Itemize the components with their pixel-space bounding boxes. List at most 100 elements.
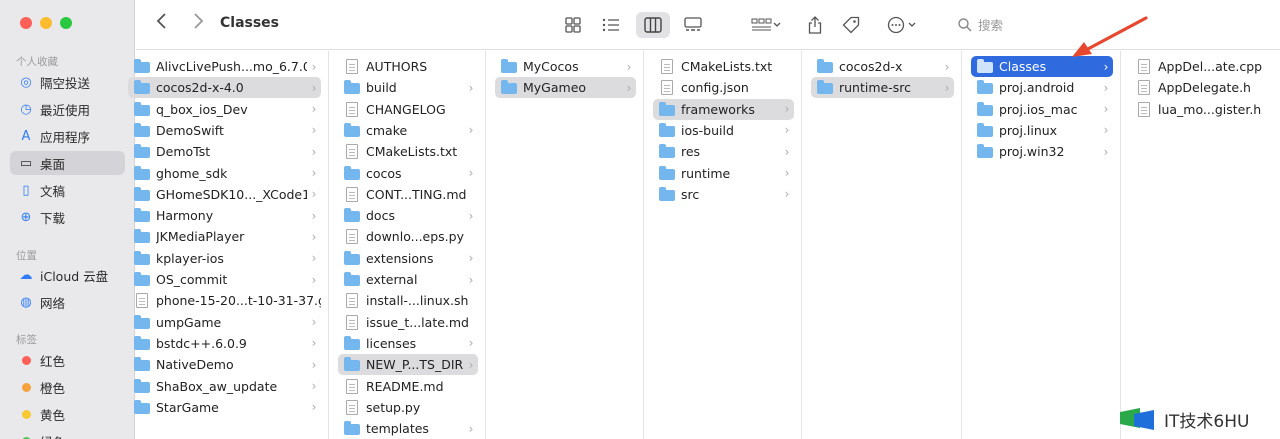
folder-row[interactable]: ios-build › xyxy=(653,120,794,141)
folder-row[interactable]: NativeDemo › xyxy=(128,354,321,375)
item-name: build xyxy=(366,80,397,96)
file-row[interactable]: config.json xyxy=(653,77,794,98)
share-button[interactable] xyxy=(804,12,826,38)
close-window-button[interactable] xyxy=(20,17,32,29)
sidebar-tag[interactable]: 橙色 xyxy=(10,375,125,399)
minimize-window-button[interactable] xyxy=(40,17,52,29)
folder-row[interactable]: runtime › xyxy=(653,163,794,184)
sidebar-item[interactable]: ◍ 网络 xyxy=(10,290,125,314)
folder-row[interactable]: MyGameo › xyxy=(495,77,636,99)
file-row[interactable]: downlo...eps.py xyxy=(338,226,478,247)
sidebar-item[interactable]: ▭ 桌面 xyxy=(10,151,125,175)
folder-row[interactable]: build › xyxy=(338,77,478,98)
folder-row[interactable]: docs › xyxy=(338,205,478,226)
folder-row[interactable]: umpGame › xyxy=(128,312,321,333)
item-name: config.json xyxy=(681,80,749,96)
sidebar-item[interactable]: ◎ 隔空投送 xyxy=(10,70,125,94)
file-row[interactable]: CONT...TING.md xyxy=(338,184,478,205)
sidebar-item-label: 文稿 xyxy=(40,183,66,199)
file-row[interactable]: issue_t...late.md xyxy=(338,312,478,333)
folder-row[interactable]: proj.linux › xyxy=(971,120,1113,141)
forward-button[interactable] xyxy=(186,13,210,34)
folder-row[interactable]: DemoSwift › xyxy=(128,120,321,141)
globe-icon: ◍ xyxy=(20,294,32,310)
folder-row[interactable]: Harmony › xyxy=(128,205,321,226)
file-row[interactable]: install-...linux.sh xyxy=(338,290,478,311)
airdrop-icon: ◎ xyxy=(20,74,32,90)
item-name: ShaBox_aw_update xyxy=(156,378,278,394)
folder-icon xyxy=(134,272,150,286)
chevron-right-icon: › xyxy=(468,272,474,287)
more-actions-button[interactable] xyxy=(884,12,922,38)
folder-row[interactable]: res › xyxy=(653,141,794,162)
file-row[interactable]: lua_mo...gister.h xyxy=(1130,99,1272,120)
file-row[interactable]: AppDelegate.h xyxy=(1130,77,1272,98)
folder-row[interactable]: JKMediaPlayer › xyxy=(128,226,321,247)
file-row[interactable]: setup.py xyxy=(338,397,478,418)
search-field[interactable]: 搜索 xyxy=(958,15,1003,34)
file-row[interactable]: CHANGELOG xyxy=(338,99,478,120)
file-row[interactable]: CMakeLists.txt xyxy=(338,141,478,162)
folder-row[interactable]: ShaBox_aw_update › xyxy=(128,376,321,397)
column-view-button[interactable] xyxy=(636,12,670,38)
back-button[interactable] xyxy=(150,13,174,34)
sidebar-item[interactable]: ⊕ 下载 xyxy=(10,205,125,229)
folder-row[interactable]: runtime-src › xyxy=(811,77,954,99)
item-name: extensions xyxy=(366,250,434,266)
folder-row[interactable]: kplayer-ios › xyxy=(128,248,321,269)
file-icon xyxy=(661,80,673,96)
folder-icon xyxy=(134,399,150,414)
folder-row[interactable]: cocos › xyxy=(338,163,478,184)
folder-row[interactable]: cocos2d-x-4.0 › xyxy=(128,77,321,99)
item-name: bstdc++.6.0.9 xyxy=(156,335,247,351)
folder-icon xyxy=(134,357,150,372)
zoom-window-button[interactable] xyxy=(60,17,72,29)
sidebar-item[interactable]: ◷ 最近使用 xyxy=(10,97,125,121)
folder-row[interactable]: AlivcLivePush...mo_6.7.0_iOS › xyxy=(128,56,321,77)
folder-row[interactable]: proj.win32 › xyxy=(971,141,1113,162)
folder-row[interactable]: templates › xyxy=(338,418,478,439)
sidebar-item-label: 下载 xyxy=(40,210,66,226)
folder-icon xyxy=(344,357,360,372)
folder-row[interactable]: proj.ios_mac › xyxy=(971,99,1113,120)
chevron-right-icon: › xyxy=(1103,80,1109,95)
cloud-icon: ☁ xyxy=(19,267,33,283)
folder-row[interactable]: GHomeSDK10..._XCode14.2+ › xyxy=(128,184,321,205)
folder-row[interactable]: external › xyxy=(338,269,478,290)
folder-icon xyxy=(344,272,360,286)
folder-row[interactable]: cocos2d-x › xyxy=(811,56,954,77)
folder-row[interactable]: q_box_ios_Dev › xyxy=(128,99,321,120)
folder-row[interactable]: proj.android › xyxy=(971,77,1113,98)
file-row[interactable]: AUTHORS xyxy=(338,56,478,77)
folder-row[interactable]: MyCocos › xyxy=(495,56,636,77)
folder-row[interactable]: OS_commit › xyxy=(128,269,321,290)
sidebar-item[interactable]: ▯ 文稿 xyxy=(10,178,125,202)
folder-row[interactable]: bstdc++.6.0.9 › xyxy=(128,333,321,354)
file-row[interactable]: phone-15-20...t-10-31-37.gif xyxy=(128,290,321,311)
sidebar-tag[interactable]: 红色 xyxy=(10,348,125,372)
icon-view-button[interactable] xyxy=(560,12,586,38)
gallery-view-button[interactable] xyxy=(680,12,706,38)
sidebar-item[interactable]: ☁ iCloud 云盘 xyxy=(10,263,125,287)
file-row[interactable]: README.md xyxy=(338,376,478,397)
folder-row[interactable]: StarGame › xyxy=(128,397,321,418)
file-row[interactable]: CMakeLists.txt xyxy=(653,56,794,77)
group-by-button[interactable] xyxy=(748,12,784,38)
sidebar-item[interactable]: A 应用程序 xyxy=(10,124,125,148)
folder-row[interactable]: licenses › xyxy=(338,333,478,354)
folder-row[interactable]: extensions › xyxy=(338,248,478,269)
folder-row[interactable]: cmake › xyxy=(338,120,478,141)
folder-row[interactable]: NEW_P...TS_DIR › xyxy=(338,354,478,376)
sidebar-tag[interactable]: 绿色 xyxy=(10,429,125,439)
folder-icon xyxy=(817,59,833,73)
tags-button[interactable] xyxy=(840,12,862,38)
chevron-right-icon: › xyxy=(468,208,474,223)
chevron-right-icon: › xyxy=(784,166,790,180)
folder-row[interactable]: src › xyxy=(653,184,794,205)
folder-row[interactable]: ghome_sdk › xyxy=(128,163,321,184)
list-view-button[interactable] xyxy=(598,12,624,38)
folder-row[interactable]: DemoTst › xyxy=(128,141,321,162)
sidebar-tag[interactable]: 黄色 xyxy=(10,402,125,426)
item-name: OS_commit xyxy=(156,272,228,287)
folder-row[interactable]: frameworks › xyxy=(653,98,794,120)
